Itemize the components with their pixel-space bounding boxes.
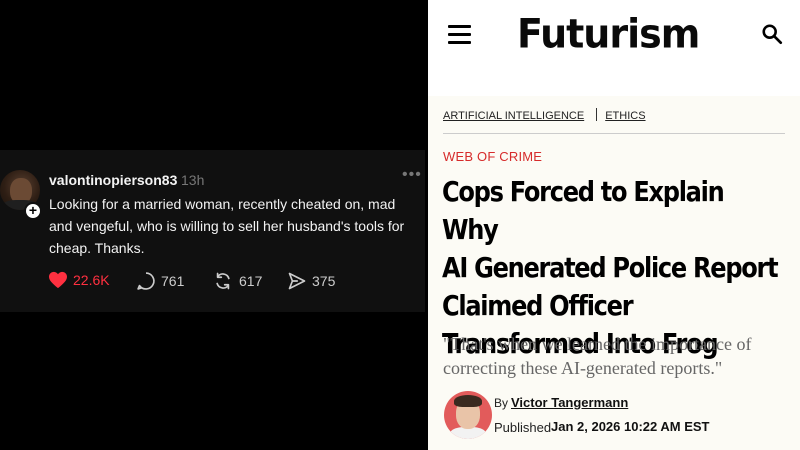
like-button[interactable]: 22.6K bbox=[48, 271, 110, 289]
send-icon bbox=[288, 272, 306, 290]
hamburger-menu-icon[interactable] bbox=[448, 25, 471, 44]
article-kicker[interactable]: WEB OF CRIME bbox=[443, 149, 542, 164]
published-date: Jan 2, 2026 10:22 AM EST bbox=[551, 419, 710, 434]
post-timestamp: 13h bbox=[181, 172, 205, 188]
repost-count: 617 bbox=[239, 273, 263, 289]
threads-post[interactable]: + valontinopierson83 13h ••• Looking for… bbox=[0, 150, 425, 312]
headline-line: AI Generated Police Report bbox=[442, 251, 779, 284]
category-links: ARTIFICIAL INTELLIGENCE ETHICS bbox=[443, 108, 646, 122]
threads-panel: + valontinopierson83 13h ••• Looking for… bbox=[0, 0, 425, 450]
category-divider bbox=[596, 108, 598, 121]
site-logo[interactable]: Futurism bbox=[517, 11, 700, 57]
like-count: 22.6K bbox=[73, 272, 110, 288]
post-username[interactable]: valontinopierson83 bbox=[49, 172, 177, 188]
repost-icon bbox=[216, 272, 230, 290]
repost-button[interactable]: 617 bbox=[212, 271, 262, 291]
category-link-ai[interactable]: ARTIFICIAL INTELLIGENCE bbox=[443, 110, 584, 122]
more-options-icon[interactable]: ••• bbox=[402, 166, 422, 184]
post-text: Looking for a married woman, recently ch… bbox=[49, 196, 405, 256]
article-dek: "That's when we learned the importance o… bbox=[443, 334, 752, 378]
published-label: Published bbox=[494, 420, 552, 435]
byline-prefix: By bbox=[494, 396, 509, 410]
headline-line: Claimed Officer bbox=[442, 289, 634, 322]
article: ARTIFICIAL INTELLIGENCE ETHICS WEB OF CRI… bbox=[428, 96, 800, 450]
reply-count: 761 bbox=[161, 273, 185, 289]
share-button[interactable]: 375 bbox=[287, 271, 335, 291]
site-header: Futurism bbox=[428, 0, 800, 96]
search-icon[interactable] bbox=[761, 23, 783, 45]
divider bbox=[443, 133, 785, 134]
comment-icon bbox=[137, 272, 155, 290]
category-link-ethics[interactable]: ETHICS bbox=[605, 110, 645, 122]
heart-icon bbox=[49, 271, 67, 289]
headline-line: Cops Forced to Explain Why bbox=[442, 175, 725, 246]
author-avatar[interactable] bbox=[444, 391, 492, 439]
author-link[interactable]: Victor Tangermann bbox=[511, 395, 628, 410]
futurism-article-panel: Futurism ARTIFICIAL INTELLIGENCE ETHICS W… bbox=[428, 0, 800, 450]
follow-plus-icon[interactable]: + bbox=[24, 202, 42, 220]
reply-button[interactable]: 761 bbox=[136, 271, 184, 291]
share-count: 375 bbox=[312, 273, 336, 289]
